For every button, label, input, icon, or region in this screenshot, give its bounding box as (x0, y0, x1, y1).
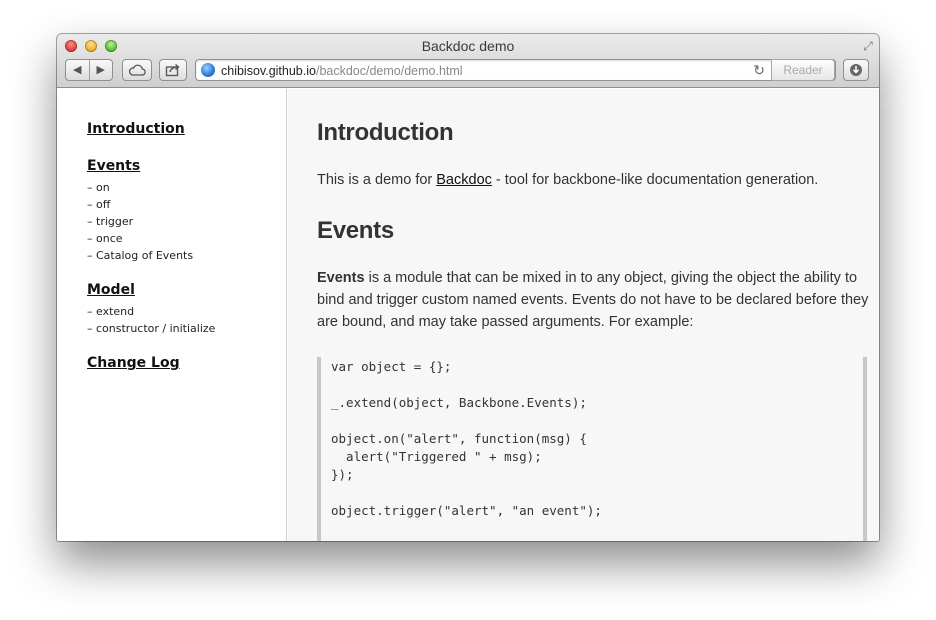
url-path: /backdoc/demo/demo.html (315, 64, 463, 78)
code-line: object.trigger("alert", "an event"); (331, 503, 602, 518)
title-bar: Backdoc demo ⤢ ◀ ▶ chibisov.github.io/ba… (57, 34, 879, 88)
intro-text-after: - tool for backbone-like documentation g… (491, 172, 819, 188)
share-button[interactable] (159, 59, 187, 81)
intro-text-before: This is a demo for (317, 172, 437, 188)
sidebar-item-on[interactable]: on (87, 179, 193, 196)
address-bar[interactable]: chibisov.github.io/backdoc/demo/demo.htm… (195, 59, 836, 81)
sidebar-item-extend[interactable]: extend (87, 303, 215, 320)
events-bold-term: Events (317, 270, 365, 286)
sidebar-link-events[interactable]: Events (87, 158, 193, 174)
code-line: var object = {}; (331, 359, 452, 374)
code-block: var object = {}; _.extend(object, Backbo… (317, 357, 867, 541)
fullscreen-icon[interactable]: ⤢ (861, 39, 875, 53)
events-heading: Events (317, 217, 394, 244)
code-line: object.on("alert", function(msg) { (331, 431, 587, 446)
sidebar-section-events: Events on off trigger once Catalog of Ev… (87, 158, 193, 264)
url-host: chibisov.github.io (221, 64, 316, 78)
history-nav-buttons: ◀ ▶ (65, 59, 113, 81)
back-button[interactable]: ◀ (66, 60, 89, 80)
window-title: Backdoc demo (421, 38, 515, 54)
introduction-paragraph: This is a demo for Backdoc - tool for ba… (317, 169, 869, 191)
sidebar-link-introduction[interactable]: Introduction (87, 121, 185, 137)
reader-button[interactable]: Reader (771, 59, 835, 81)
sidebar-item-constructor-initialize[interactable]: constructor / initialize (87, 320, 215, 337)
downloads-button[interactable] (843, 59, 869, 81)
sidebar-item-once[interactable]: once (87, 230, 193, 247)
download-icon (850, 64, 862, 76)
sidebar-item-catalog-of-events[interactable]: Catalog of Events (87, 247, 193, 264)
sidebar-item-off[interactable]: off (87, 196, 193, 213)
page-content: Introduction Events on off trigger once … (57, 89, 879, 541)
events-description: is a module that can be mixed in to any … (317, 270, 869, 330)
browser-window: Backdoc demo ⤢ ◀ ▶ chibisov.github.io/ba… (57, 34, 879, 541)
sidebar-model-list: extend constructor / initialize (87, 303, 215, 337)
sidebar-link-model[interactable]: Model (87, 282, 215, 298)
main-content: Introduction This is a demo for Backdoc … (288, 89, 879, 541)
code-line: _.extend(object, Backbone.Events); (331, 395, 587, 410)
sidebar: Introduction Events on off trigger once … (57, 89, 287, 541)
introduction-heading: Introduction (317, 119, 454, 146)
events-paragraph: Events is a module that can be mixed in … (317, 267, 869, 333)
url-text[interactable]: chibisov.github.io/backdoc/demo/demo.htm… (221, 64, 463, 78)
sidebar-section-model: Model extend constructor / initialize (87, 282, 215, 337)
icloud-tabs-button[interactable] (122, 59, 152, 81)
sidebar-events-list: on off trigger once Catalog of Events (87, 179, 193, 264)
cloud-icon (128, 64, 146, 76)
forward-button[interactable]: ▶ (88, 60, 113, 80)
backdoc-link[interactable]: Backdoc (436, 172, 492, 188)
sidebar-section-change-log: Change Log (87, 355, 180, 371)
code-line: }); (331, 467, 354, 482)
code-line: alert("Triggered " + msg); (331, 449, 542, 464)
globe-icon (201, 63, 215, 77)
share-icon (165, 63, 180, 77)
sidebar-link-change-log[interactable]: Change Log (87, 355, 180, 371)
sidebar-section-introduction: Introduction (87, 121, 185, 137)
reload-icon[interactable]: ↻ (753, 62, 765, 79)
sidebar-item-trigger[interactable]: trigger (87, 213, 193, 230)
